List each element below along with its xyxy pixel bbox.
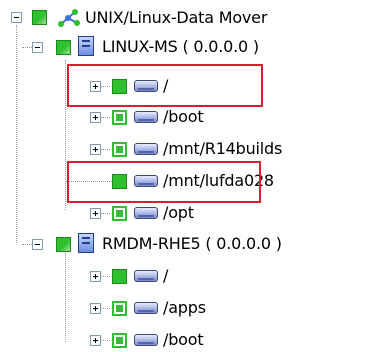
drive-icon bbox=[134, 143, 158, 155]
tree-node-label-host[interactable]: LINUX-MS ( 0.0.0.0 ) bbox=[102, 37, 259, 57]
tree-guide-line bbox=[65, 60, 66, 210]
tree-guide-line bbox=[100, 308, 110, 309]
expand-toggle[interactable] bbox=[90, 208, 101, 219]
tree-node-label-host[interactable]: RMDM-RHE5 ( 0.0.0.0 ) bbox=[102, 234, 282, 254]
collapse-toggle-host[interactable] bbox=[32, 239, 43, 250]
tree-guide-line bbox=[100, 117, 110, 118]
host-checkbox[interactable] bbox=[56, 40, 71, 55]
tree-guide-line bbox=[100, 276, 110, 277]
expand-toggle[interactable] bbox=[90, 271, 101, 282]
drive-icon bbox=[134, 302, 158, 314]
tree-guide-line bbox=[100, 213, 110, 214]
network-icon bbox=[58, 9, 80, 27]
collapse-toggle-root[interactable] bbox=[11, 12, 22, 23]
tree-guide-line bbox=[100, 149, 110, 150]
collapse-toggle-host[interactable] bbox=[32, 42, 43, 53]
tree-guide-line bbox=[16, 25, 17, 243]
volume-checkbox[interactable] bbox=[112, 333, 127, 348]
tree-node-label-volume[interactable]: /boot bbox=[163, 330, 204, 350]
expand-toggle[interactable] bbox=[90, 112, 101, 123]
volume-checkbox[interactable] bbox=[112, 301, 127, 316]
tree-node-label-volume[interactable]: / bbox=[163, 266, 168, 286]
expand-toggle[interactable] bbox=[90, 335, 101, 346]
drive-icon bbox=[134, 334, 158, 346]
root-checkbox[interactable] bbox=[32, 10, 47, 25]
tree-node-label-root[interactable]: UNIX/Linux-Data Mover bbox=[85, 8, 267, 28]
tree-guide-line bbox=[65, 250, 66, 342]
tree-view: UNIX/Linux-Data Mover LINUX-MS ( 0.0.0.0… bbox=[0, 0, 387, 352]
highlight-box bbox=[67, 64, 263, 107]
host-checkbox[interactable] bbox=[56, 237, 71, 252]
tree-node-label-volume[interactable]: /opt bbox=[163, 203, 194, 223]
volume-checkbox[interactable] bbox=[112, 269, 127, 284]
volume-checkbox[interactable] bbox=[112, 142, 127, 157]
drive-icon bbox=[134, 270, 158, 282]
tree-guide-line bbox=[22, 47, 32, 48]
server-icon bbox=[78, 36, 94, 56]
tree-node-label-volume[interactable]: /apps bbox=[163, 298, 206, 318]
tree-node-label-volume[interactable]: /mnt/R14builds bbox=[163, 139, 282, 159]
expand-toggle[interactable] bbox=[90, 144, 101, 155]
drive-icon bbox=[134, 207, 158, 219]
volume-checkbox[interactable] bbox=[112, 110, 127, 125]
drive-icon bbox=[134, 111, 158, 123]
tree-guide-line bbox=[100, 340, 110, 341]
highlight-box bbox=[67, 161, 261, 203]
tree-node-label-volume[interactable]: /boot bbox=[163, 107, 204, 127]
tree-guide-line bbox=[22, 244, 32, 245]
server-icon bbox=[78, 233, 94, 253]
expand-toggle[interactable] bbox=[90, 303, 101, 314]
volume-checkbox[interactable] bbox=[112, 206, 127, 221]
